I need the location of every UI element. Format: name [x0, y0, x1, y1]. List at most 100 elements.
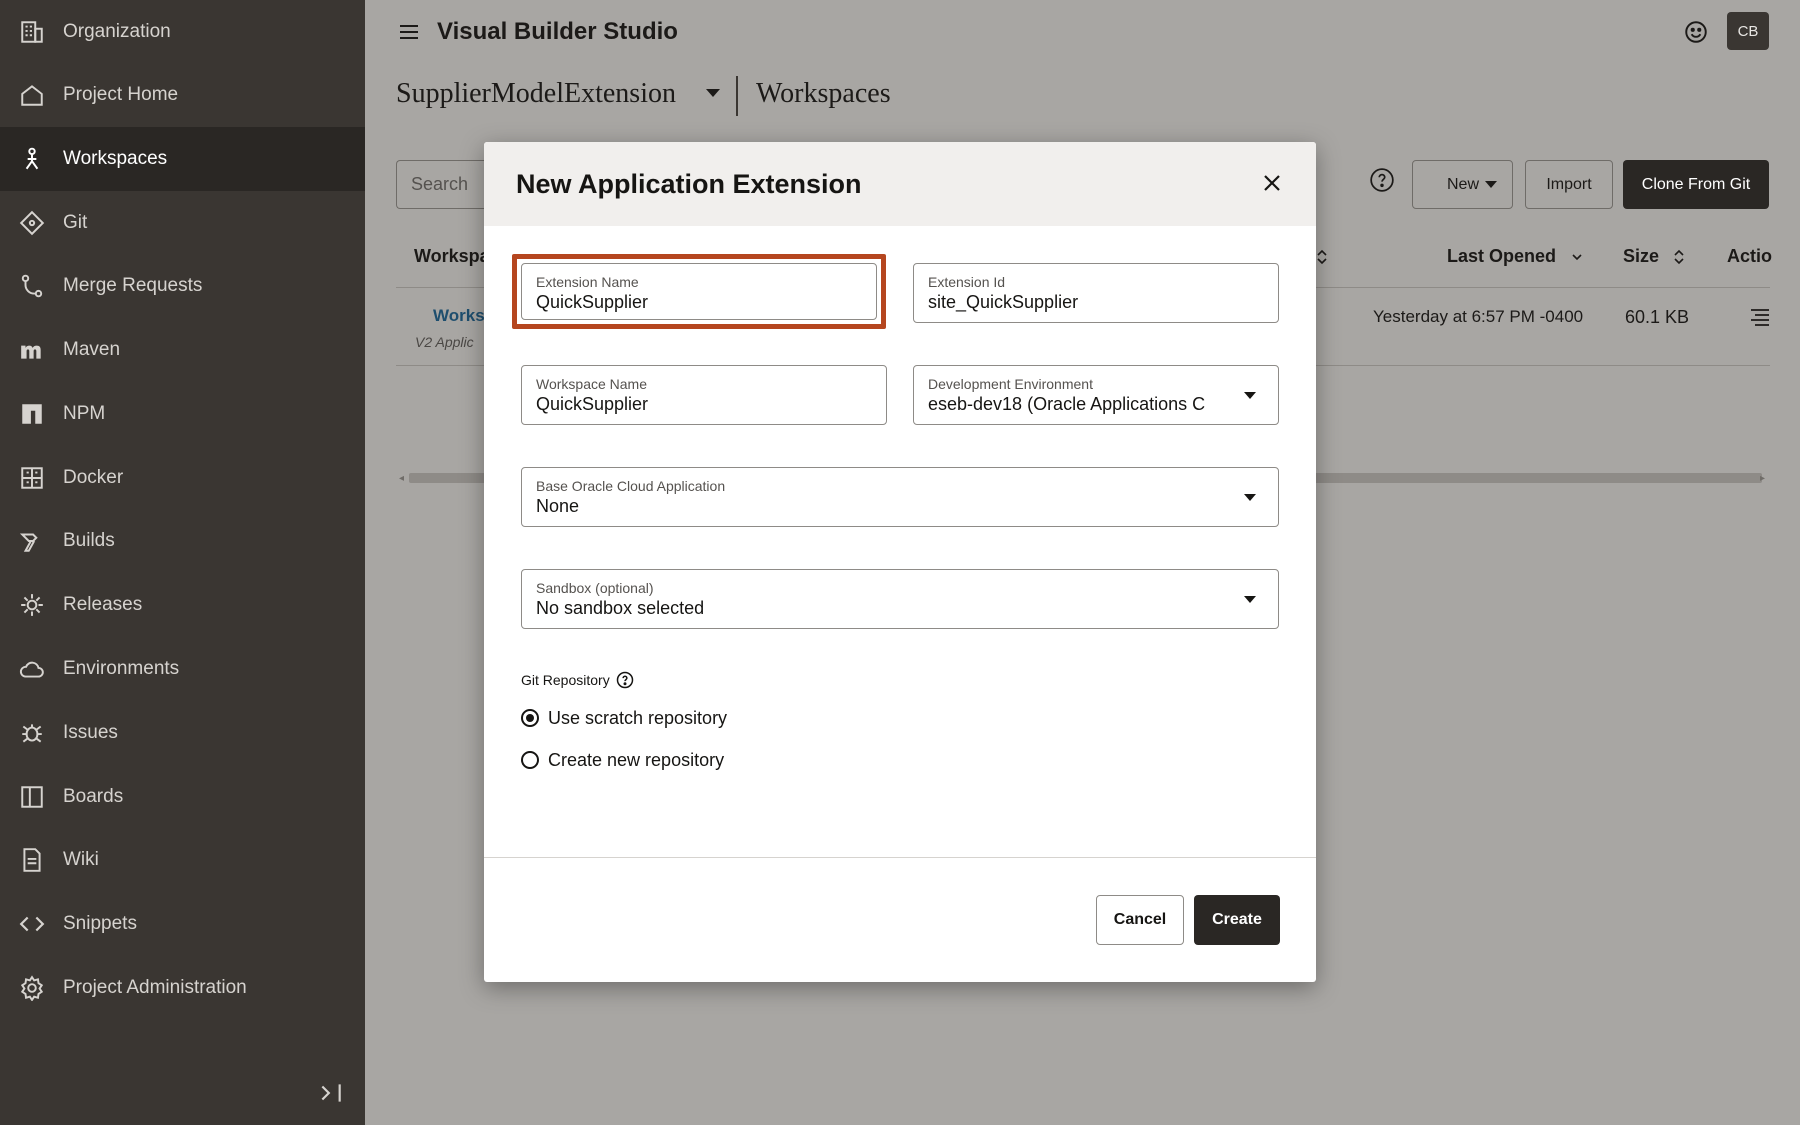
git-diamond-icon — [19, 210, 45, 236]
dialog-title: New Application Extension — [516, 169, 862, 199]
base-oracle-cloud-application-select[interactable]: Base Oracle Cloud Application None — [521, 467, 1279, 527]
sidebar-item-workspaces[interactable]: Workspaces — [0, 127, 365, 191]
document-icon — [19, 847, 45, 873]
building-icon — [19, 19, 45, 45]
cloud-icon — [19, 656, 45, 682]
sidebar-item-label: Issues — [63, 722, 118, 743]
column-header-size[interactable]: Size — [1623, 246, 1659, 267]
collapse-sidebar-icon[interactable] — [318, 1080, 344, 1106]
smile-feedback-icon[interactable] — [1683, 19, 1709, 45]
sidebar-item-label: Workspaces — [63, 148, 168, 169]
sidebar-item-project-administration[interactable]: Project Administration — [0, 956, 365, 1020]
scroll-left-icon[interactable]: ◂ — [399, 473, 407, 484]
sort-icon[interactable] — [1315, 248, 1329, 266]
create-button[interactable]: Create — [1194, 895, 1280, 945]
board-icon — [19, 784, 45, 810]
chevron-down-icon — [1244, 494, 1256, 501]
git-repository-label: Git Repository — [521, 672, 610, 688]
sidebar-item-label: Wiki — [63, 849, 99, 870]
sidebar-item-label: Maven — [63, 339, 121, 360]
gear-badge-icon — [19, 592, 45, 618]
sidebar-item-label: Git — [63, 212, 88, 233]
sidebar-item-project-home[interactable]: Project Home — [0, 63, 365, 127]
new-application-extension-dialog: New Application Extension Extension Name… — [484, 142, 1316, 982]
development-environment-label: Development Environment — [928, 376, 1093, 392]
chevron-down-icon — [1485, 181, 1497, 188]
sidebar-item-environments[interactable]: Environments — [0, 637, 365, 701]
base-app-label: Base Oracle Cloud Application — [536, 478, 726, 494]
radio-create-new-repository[interactable] — [521, 751, 539, 769]
sidebar-item-builds[interactable]: Builds — [0, 509, 365, 573]
extension-name-value: QuickSupplier — [536, 292, 649, 312]
last-opened-value: Yesterday at 6:57 PM -0400 — [1373, 307, 1584, 326]
sidebar-item-git[interactable]: Git — [0, 191, 365, 255]
sidebar-item-label: Boards — [63, 786, 124, 807]
sidebar-item-label: Merge Requests — [63, 275, 203, 296]
size-value: 60.1 KB — [1625, 307, 1690, 327]
settings-icon — [19, 975, 45, 1001]
merge-icon — [19, 273, 45, 299]
sandbox-label: Sandbox (optional) — [536, 580, 654, 596]
development-environment-value: eseb-dev18 (Oracle Applications C — [928, 394, 1206, 414]
sidebar-item-npm[interactable]: NPM — [0, 382, 365, 446]
import-button[interactable]: Import — [1525, 160, 1613, 209]
dialog-header: New Application Extension — [484, 142, 1316, 226]
radio-use-scratch-label[interactable]: Use scratch repository — [548, 708, 727, 729]
sort-icon[interactable] — [1672, 248, 1686, 266]
extension-id-field[interactable]: Extension Id site_QuickSupplier — [913, 263, 1279, 323]
chevron-down-icon[interactable] — [1570, 248, 1584, 266]
sidebar-item-boards[interactable]: Boards — [0, 765, 365, 829]
sidebar-item-releases[interactable]: Releases — [0, 573, 365, 637]
sidebar: Organization Project Home Workspaces Git… — [0, 0, 365, 1125]
code-icon — [19, 911, 45, 937]
development-environment-select[interactable]: Development Environment eseb-dev18 (Orac… — [913, 365, 1279, 425]
cancel-button[interactable]: Cancel — [1096, 895, 1184, 945]
sandbox-select[interactable]: Sandbox (optional) No sandbox selected — [521, 569, 1279, 629]
workspace-name-field[interactable]: Workspace Name QuickSupplier — [521, 365, 887, 425]
sidebar-item-label: Environments — [63, 658, 180, 679]
new-button[interactable]: New — [1412, 160, 1513, 209]
avatar[interactable]: CB — [1727, 12, 1769, 50]
chevron-down-icon[interactable] — [706, 89, 720, 97]
sidebar-item-label: Releases — [63, 594, 143, 615]
workspace-subtitle: V2 Applic — [415, 334, 474, 350]
hamburger-menu-icon[interactable] — [397, 20, 421, 44]
help-icon[interactable] — [616, 671, 634, 689]
sidebar-item-label: NPM — [63, 403, 106, 424]
help-icon[interactable] — [1369, 167, 1395, 193]
sidebar-item-label: Snippets — [63, 913, 137, 934]
sidebar-item-label: Docker — [63, 467, 124, 488]
column-header-actions: Actio — [1727, 246, 1772, 266]
base-app-value: None — [536, 496, 580, 516]
clone-from-git-button[interactable]: Clone From Git — [1623, 160, 1769, 209]
sidebar-item-maven[interactable]: Maven — [0, 318, 365, 382]
sidebar-item-wiki[interactable]: Wiki — [0, 828, 365, 892]
extension-name-field[interactable]: Extension Name QuickSupplier — [521, 263, 877, 320]
extension-id-label: Extension Id — [928, 274, 1006, 290]
sidebar-item-organization[interactable]: Organization — [0, 0, 365, 64]
sidebar-item-issues[interactable]: Issues — [0, 701, 365, 765]
home-icon — [19, 82, 45, 108]
column-header-last-opened[interactable]: Last Opened — [1447, 246, 1556, 267]
npm-icon — [19, 401, 45, 427]
actions-menu-icon[interactable] — [1748, 305, 1772, 329]
extension-id-value: site_QuickSupplier — [928, 292, 1079, 312]
chevron-down-icon — [1244, 596, 1256, 603]
sidebar-item-docker[interactable]: Docker — [0, 446, 365, 510]
workspace-name-value: QuickSupplier — [536, 394, 649, 414]
column-header-workspace[interactable]: Workspa — [414, 246, 490, 267]
radio-create-new-label[interactable]: Create new repository — [548, 750, 724, 771]
scroll-right-icon[interactable]: ▸ — [1760, 473, 1768, 484]
workspace-person-icon — [19, 146, 45, 172]
sidebar-item-label: Builds — [63, 530, 115, 551]
page-title: Workspaces — [756, 78, 891, 109]
radio-use-scratch-repository[interactable] — [521, 709, 539, 727]
chevron-down-icon — [1244, 392, 1256, 399]
dialog-footer-divider — [484, 857, 1316, 858]
close-icon[interactable] — [1261, 172, 1283, 194]
sidebar-item-snippets[interactable]: Snippets — [0, 892, 365, 956]
project-selector[interactable]: SupplierModelExtension — [396, 78, 676, 110]
workspace-link[interactable]: Works — [433, 306, 485, 326]
sidebar-item-merge-requests[interactable]: Merge Requests — [0, 254, 365, 318]
title-divider — [736, 76, 738, 116]
